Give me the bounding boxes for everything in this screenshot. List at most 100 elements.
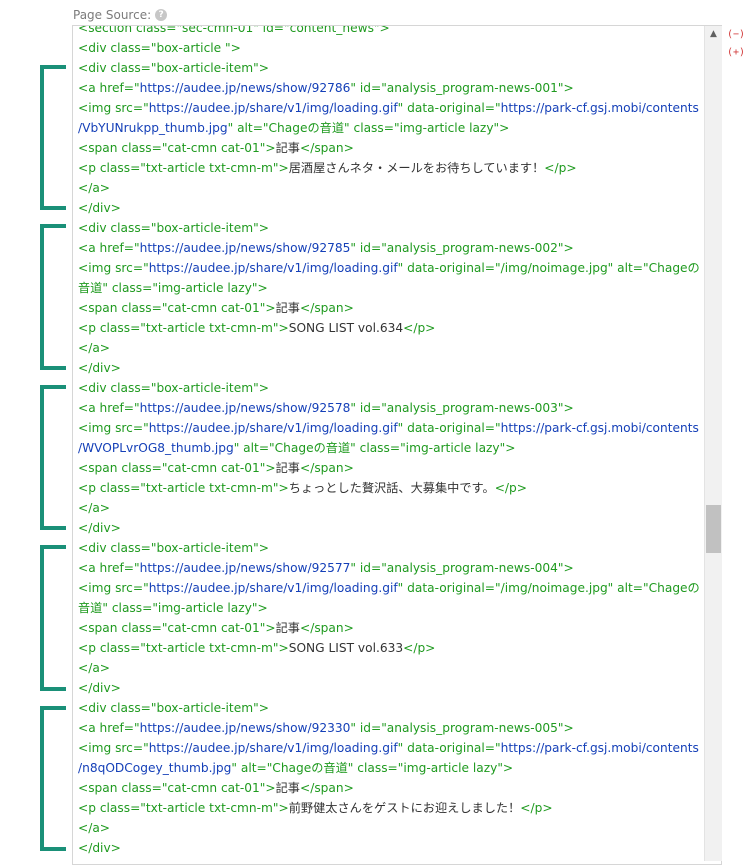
code-string: https://audee.jp/share/v1/img/loading.gi… [148,741,398,755]
code-string: /WVOPLvrOG8_thumb.jpg [78,441,234,455]
code-tag: </a> [78,501,110,515]
code-tag: </span> [300,141,354,155]
annotation-bracket [40,545,66,691]
code-line: 音道" class="img-article lazy"> [78,598,701,618]
collapse-button[interactable]: (−) [727,29,744,40]
code-line: <div class="box-article-item"> [78,218,701,238]
code-line: <p class="txt-article txt-cmn-m">SONG LI… [78,638,701,658]
page-source-label: Page Source: [73,8,152,22]
code-tag: <span class="cat-cmn cat-01"> [78,141,276,155]
code-tag: " alt="Chageの音道" class="img-article lazy… [233,441,516,455]
code-line: <img src="https://audee.jp/share/v1/img/… [78,258,701,278]
code-line: <img src="https://audee.jp/share/v1/img/… [78,98,701,118]
code-line: /VbYUNrukpp_thumb.jpg" alt="Chageの音道" cl… [78,118,701,138]
code-tag: " id="analysis_program-news-002"> [350,241,574,255]
code-tag: </p> [403,641,436,655]
code-tag: </div> [78,201,121,215]
code-tag: </p> [520,801,553,815]
code-string: https://audee.jp/news/show/92330 [139,721,351,735]
code-tag: " id="analysis_program-news-005"> [350,721,574,735]
code-line: /n8qODCogey_thumb.jpg" alt="Chageの音道" cl… [78,758,701,778]
code-tag: <p class="txt-article txt-cmn-m"> [78,161,289,175]
annotation-bracket [40,65,66,210]
code-tag: </div> [78,681,121,695]
code-line: <span class="cat-cmn cat-01">記事</span> [78,138,701,158]
code-tag: </div> [78,361,121,375]
code-line: </div> [78,358,701,378]
code-line: <div class="box-article-item"> [78,58,701,78]
code-text: 記事 [275,621,300,635]
code-tag: </span> [300,621,354,635]
code-text: 記事 [275,781,300,795]
code-tag: <div class="box-article-item"> [78,381,269,395]
code-tag: <p class="txt-article txt-cmn-m"> [78,481,289,495]
vertical-scrollbar[interactable]: ▲ [704,26,722,861]
code-text: SONG LIST vol.634 [288,321,404,335]
code-line: <div class="box-article-item"> [78,538,701,558]
code-string: https://audee.jp/news/show/92577 [139,561,351,575]
code-line: <section class="sec-cmn-01" id="content_… [78,26,701,38]
code-tag: <img src=" [78,421,149,435]
code-tag: 音道" class="img-article lazy"> [78,601,268,615]
code-string: https://audee.jp/news/show/92578 [139,401,351,415]
scroll-thumb[interactable] [706,505,721,553]
code-tag: </span> [300,781,354,795]
code-line: <span class="cat-cmn cat-01">記事</span> [78,458,701,478]
code-tag: <div class="box-article "> [78,41,241,55]
expand-button[interactable]: (+) [727,47,744,58]
code-tag: <img src=" [78,261,149,275]
code-tag: </div> [78,841,121,855]
code-tag: <span class="cat-cmn cat-01"> [78,621,276,635]
code-text: 記事 [275,141,300,155]
annotation-bracket [40,385,66,530]
help-icon[interactable]: ? [155,9,168,21]
scroll-up-icon[interactable]: ▲ [705,26,722,43]
code-line: </a> [78,338,701,358]
code-line: <a href="https://audee.jp/news/show/9257… [78,558,701,578]
code-tag: </a> [78,661,110,675]
code-line: <a href="https://audee.jp/news/show/9233… [78,718,701,738]
code-line: <p class="txt-article txt-cmn-m">ちょっとした贅… [78,478,701,498]
code-line: <a href="https://audee.jp/news/show/9278… [78,238,701,258]
code-string: https://audee.jp/share/v1/img/loading.gi… [148,101,398,115]
code-tag: " data-original=" [397,101,501,115]
code-line: <img src="https://audee.jp/share/v1/img/… [78,578,701,598]
code-line: <span class="cat-cmn cat-01">記事</span> [78,298,701,318]
code-text: 居酒屋さんネタ・メールをお待ちしています！ [288,161,545,175]
code-string: https://audee.jp/share/v1/img/loading.gi… [148,421,398,435]
code-string: https://audee.jp/share/v1/img/loading.gi… [148,581,398,595]
code-line: /WVOPLvrOG8_thumb.jpg" alt="Chageの音道" cl… [78,438,701,458]
code-line: <img src="https://audee.jp/share/v1/img/… [78,738,701,758]
code-text: SONG LIST vol.633 [288,641,404,655]
code-line: <a href="https://audee.jp/news/show/9257… [78,398,701,418]
source-code[interactable]: <section class="sec-cmn-01" id="content_… [78,26,701,858]
code-string: https://audee.jp/news/show/92786 [139,81,351,95]
annotation-bracket [40,224,66,370]
code-line: </div> [78,838,701,858]
code-tag: </a> [78,341,110,355]
code-line: 音道" class="img-article lazy"> [78,278,701,298]
code-line: </a> [78,498,701,518]
code-tag: <a href=" [78,241,140,255]
code-line: <span class="cat-cmn cat-01">記事</span> [78,778,701,798]
code-tag: <div class="box-article-item"> [78,221,269,235]
source-editor[interactable]: <section class="sec-cmn-01" id="content_… [72,25,722,865]
code-text: 前野健太さんをゲストにお迎えしました！ [288,801,521,815]
code-tag: <a href=" [78,81,140,95]
code-tag: <p class="txt-article txt-cmn-m"> [78,641,289,655]
code-line: <p class="txt-article txt-cmn-m">前野健太さんを… [78,798,701,818]
code-string: /n8qODCogey_thumb.jpg [78,761,232,775]
code-line: </div> [78,518,701,538]
code-text: 記事 [275,461,300,475]
code-tag: " data-original="/img/noimage.jpg" alt="… [397,261,700,275]
code-tag: <a href=" [78,721,140,735]
code-string: https://audee.jp/share/v1/img/loading.gi… [148,261,398,275]
code-tag: </p> [403,321,436,335]
code-tag: <img src=" [78,581,149,595]
code-line: <div class="box-article "> [78,38,701,58]
code-line: <p class="txt-article txt-cmn-m">SONG LI… [78,318,701,338]
code-tag: " id="analysis_program-news-004"> [350,561,574,575]
page-source-label-row: Page Source: ? [73,5,168,25]
code-tag: <div class="box-article-item"> [78,541,269,555]
code-tag: " data-original="/img/noimage.jpg" alt="… [397,581,700,595]
